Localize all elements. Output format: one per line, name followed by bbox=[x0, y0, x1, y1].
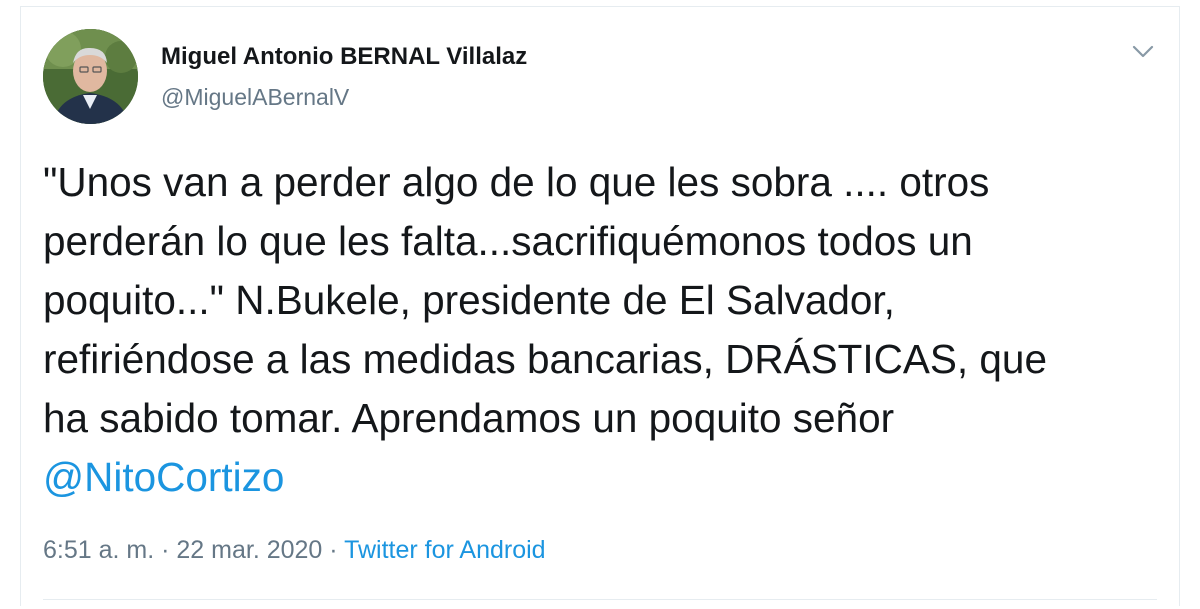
tweet-time[interactable]: 6:51 a. m. bbox=[43, 536, 154, 564]
mention-link[interactable]: @NitoCortizo bbox=[43, 454, 284, 500]
tweet-text: "Unos van a perder algo de lo que les so… bbox=[43, 153, 1153, 507]
tweet-card: Miguel Antonio BERNAL Villalaz @MiguelAB… bbox=[20, 6, 1180, 606]
tweet-source-link[interactable]: Twitter for Android bbox=[344, 536, 545, 564]
tweet-date[interactable]: 22 mar. 2020 bbox=[176, 536, 322, 564]
tweet-text-line: poquito..." N.Bukele, presidente de El S… bbox=[43, 277, 895, 323]
tweet-text-line: refiriéndose a las medidas bancarias, DR… bbox=[43, 336, 1047, 382]
author-name[interactable]: Miguel Antonio BERNAL Villalaz bbox=[161, 43, 527, 71]
tweet-text-line: ha sabido tomar. Aprendamos un poquito s… bbox=[43, 395, 895, 441]
avatar-image bbox=[43, 29, 138, 124]
tweet-text-line: "Unos van a perder algo de lo que les so… bbox=[43, 159, 990, 205]
meta-separator: · bbox=[154, 536, 177, 564]
divider bbox=[43, 599, 1157, 600]
meta-separator: · bbox=[322, 536, 345, 564]
chevron-down-icon[interactable] bbox=[1127, 39, 1159, 65]
tweet-meta: 6:51 a. m. · 22 mar. 2020 · Twitter for … bbox=[43, 536, 546, 565]
author-handle[interactable]: @MiguelABernalV bbox=[161, 84, 349, 111]
avatar[interactable] bbox=[43, 29, 138, 124]
tweet-text-line: perderán lo que les falta...sacrifiquémo… bbox=[43, 218, 973, 264]
